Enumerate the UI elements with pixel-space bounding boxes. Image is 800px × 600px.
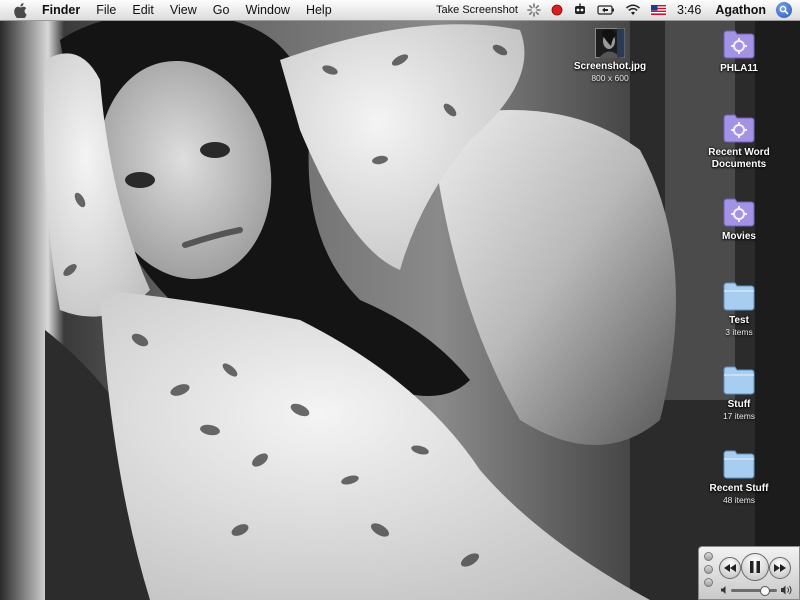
desktop-item-label: Movies bbox=[722, 231, 756, 242]
desktop-folder-stuff[interactable]: Stuff 17 items bbox=[683, 362, 795, 422]
desktop-file-dimensions: 800 x 600 bbox=[591, 73, 629, 83]
window-buttons bbox=[704, 552, 713, 591]
menu-user-name[interactable]: Agathon bbox=[711, 0, 776, 20]
pause-icon bbox=[750, 561, 760, 573]
fast-forward-icon bbox=[774, 564, 786, 572]
folder-icon bbox=[723, 282, 755, 311]
desktop-item-count: 3 items bbox=[725, 327, 753, 337]
robot-icon[interactable] bbox=[568, 0, 592, 20]
volume-low-icon bbox=[721, 586, 726, 594]
menu-file[interactable]: File bbox=[88, 0, 124, 20]
menu-extras: Take Screenshot 3:46 Agathon bbox=[431, 0, 800, 20]
wifi-icon[interactable] bbox=[620, 0, 646, 20]
itunes-mini-player bbox=[698, 546, 800, 600]
desktop-item-count: 48 items bbox=[722, 495, 756, 505]
smart-folder-icon bbox=[723, 30, 755, 59]
desktop-item-label: Test bbox=[729, 315, 749, 326]
smart-folder-icon bbox=[723, 198, 755, 227]
rewind-button[interactable] bbox=[719, 557, 741, 579]
menu-go[interactable]: Go bbox=[205, 0, 238, 20]
desktop-item-label: Recent Word Documents bbox=[708, 147, 770, 170]
menu-bar: Finder File Edit View Go Window Help Tak… bbox=[0, 0, 800, 21]
desktop-smart-folder-phla11[interactable]: PHLA11 bbox=[683, 26, 795, 75]
jpeg-thumbnail-icon bbox=[595, 28, 625, 58]
desktop-folder-recent-stuff[interactable]: Recent Stuff 48 items bbox=[683, 446, 795, 506]
folder-icon bbox=[723, 450, 755, 479]
desktop-item-count: 17 items bbox=[722, 411, 756, 421]
smart-folder-icon bbox=[723, 114, 755, 143]
spotlight-icon[interactable] bbox=[776, 2, 792, 18]
apple-menu-icon[interactable] bbox=[8, 0, 32, 20]
desktop-item-label: Stuff bbox=[727, 399, 751, 410]
desktop-item-label: PHLA11 bbox=[720, 63, 758, 74]
folder-icon bbox=[723, 366, 755, 395]
us-flag-icon[interactable] bbox=[646, 0, 671, 20]
desktop-smart-folder-movies[interactable]: Movies bbox=[683, 194, 795, 243]
desktop-smart-folder-recent-word-documents[interactable]: Recent Word Documents bbox=[683, 110, 795, 171]
close-button[interactable] bbox=[704, 552, 713, 561]
record-icon[interactable] bbox=[546, 0, 568, 20]
desktop-item-label: Recent Stuff bbox=[709, 483, 769, 494]
menu-view[interactable]: View bbox=[162, 0, 205, 20]
desktop-file-label: Screenshot.jpg bbox=[573, 61, 647, 72]
fast-forward-button[interactable] bbox=[769, 557, 791, 579]
pause-button[interactable] bbox=[741, 553, 769, 581]
battery-icon[interactable] bbox=[592, 0, 620, 20]
take-screenshot-menu[interactable]: Take Screenshot bbox=[431, 0, 522, 20]
volume-high-icon bbox=[781, 585, 792, 595]
menu-edit[interactable]: Edit bbox=[124, 0, 162, 20]
volume-slider-knob[interactable] bbox=[760, 586, 771, 596]
desktop-wallpaper bbox=[0, 0, 800, 600]
desktop-file-screenshot[interactable]: Screenshot.jpg 800 x 600 bbox=[554, 28, 666, 84]
menu-window[interactable]: Window bbox=[237, 0, 297, 20]
minimize-button[interactable] bbox=[704, 565, 713, 574]
menu-clock[interactable]: 3:46 bbox=[671, 0, 711, 20]
menu-finder[interactable]: Finder bbox=[32, 0, 88, 20]
volume-control bbox=[721, 585, 793, 596]
zoom-button[interactable] bbox=[704, 578, 713, 587]
volume-slider[interactable] bbox=[731, 589, 777, 592]
rewind-icon bbox=[724, 564, 736, 572]
desktop-folder-test[interactable]: Test 3 items bbox=[683, 278, 795, 338]
activity-spinner-icon bbox=[522, 0, 546, 20]
menu-help[interactable]: Help bbox=[298, 0, 340, 20]
